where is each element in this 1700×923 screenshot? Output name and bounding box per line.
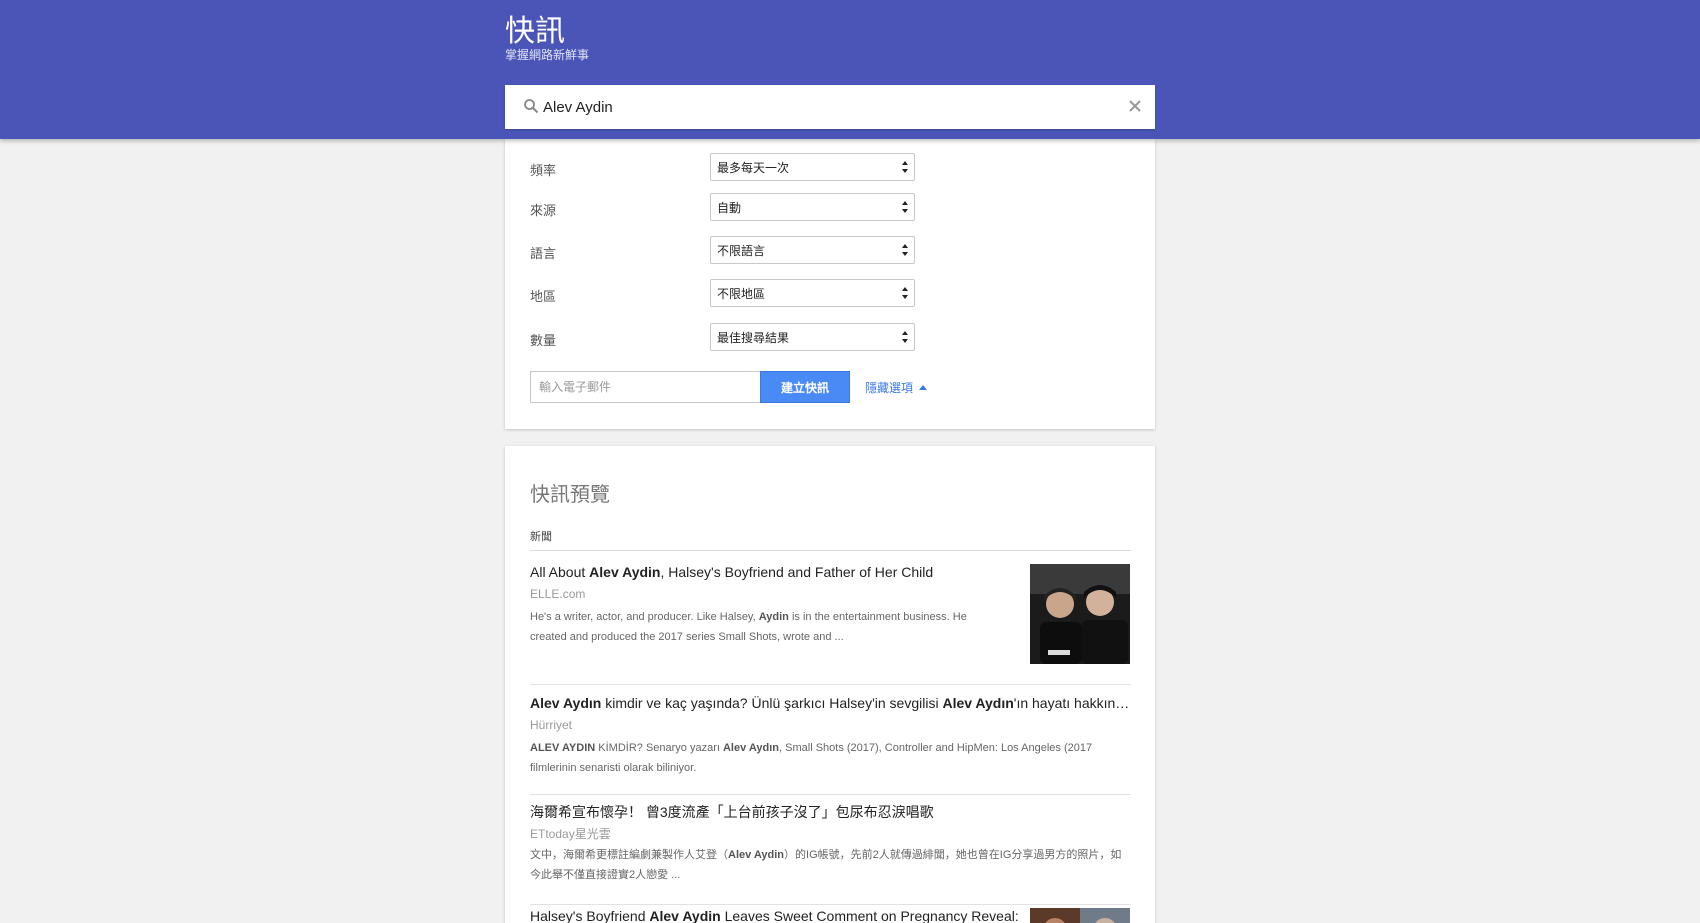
divider	[530, 794, 1131, 795]
option-row-region: 地區 不限地區	[530, 279, 930, 307]
option-label: 地區	[530, 290, 557, 305]
highlighted-text: ALEV AYDIN	[530, 742, 596, 754]
result-title-link[interactable]: All About Alev Aydin, Halsey's Boyfriend…	[530, 564, 1020, 580]
result-source: ELLE.com	[530, 587, 586, 601]
close-icon[interactable]	[1125, 96, 1145, 116]
region-select[interactable]: 不限地區	[710, 279, 915, 307]
divider	[530, 904, 1131, 905]
frequency-select[interactable]: 最多每天一次	[710, 153, 915, 181]
language-select[interactable]: 不限語言	[710, 236, 915, 264]
highlighted-text: Alev Aydın	[722, 742, 780, 754]
result-thumbnail[interactable]	[1030, 564, 1130, 664]
select-arrows-icon	[902, 331, 908, 343]
text-segment: KİMDİR? Senaryo yazarı	[595, 742, 723, 754]
text-segment: , Halsey's Boyfriend and Father of Her C…	[660, 564, 934, 580]
search-box	[505, 85, 1155, 129]
select-value: 自動	[717, 201, 742, 215]
hide-options-label: 隱藏選項	[865, 381, 914, 395]
text-segment: All About	[530, 564, 590, 580]
text-segment: 海爾希宣布懷孕！ 曾3度流產「上台前孩子沒了」包尿布忍淚唱歌	[530, 804, 934, 820]
option-label: 數量	[530, 334, 557, 349]
select-value: 不限地區	[717, 287, 766, 301]
option-label: 頻率	[530, 164, 557, 179]
text-segment: Leaves Sweet Comment on Pregnancy Reveal…	[720, 908, 1019, 923]
app-subtitle: 掌握網路新鮮事	[505, 48, 590, 62]
option-row-frequency: 頻率 最多每天一次	[530, 153, 930, 181]
preview-title: 快訊預覽	[530, 482, 610, 506]
select-value: 最多每天一次	[717, 161, 790, 175]
app-title: 快訊	[505, 14, 565, 49]
create-alert-button[interactable]: 建立快訊	[760, 371, 850, 403]
text-segment: kimdir ve kaç yaşında? Ünlü şarkıcı Hals…	[601, 695, 943, 711]
result-snippet: 文中，海爾希更標註編劇兼製作人艾登（Alev Aydin）的IG帳號，先前2人就…	[530, 845, 1131, 885]
text-segment: He's a writer, actor, and producer. Like…	[530, 611, 759, 623]
source-select[interactable]: 自動	[710, 193, 915, 221]
header-bar: 快訊 掌握網路新鮮事	[0, 0, 1700, 139]
result-source: Hürriyet	[530, 718, 573, 732]
highlighted-text: Aydin	[758, 611, 789, 623]
text-segment: 文中，海爾希更標註編劇兼製作人艾登（	[530, 849, 728, 861]
select-arrows-icon	[902, 161, 908, 173]
result-snippet: He's a writer, actor, and producer. Like…	[530, 607, 1000, 647]
result-title-link[interactable]: 海爾希宣布懷孕！ 曾3度流產「上台前孩子沒了」包尿布忍淚唱歌	[530, 802, 1131, 822]
select-arrows-icon	[902, 201, 908, 213]
quantity-select[interactable]: 最佳搜尋結果	[710, 323, 915, 351]
search-icon	[524, 99, 539, 114]
option-row-language: 語言 不限語言	[530, 236, 930, 264]
highlighted-text: Alev Aydin	[728, 849, 785, 861]
result-item: Alev Aydın kimdir ve kaç yaşında? Ünlü ş…	[530, 695, 1131, 805]
select-arrows-icon	[902, 244, 908, 256]
text-segment: Halsey's Boyfriend	[530, 908, 650, 923]
select-arrows-icon	[902, 287, 908, 299]
highlighted-text: Alev Aydin	[649, 908, 721, 923]
text-segment: 'ın hayatı hakkında ...	[1013, 695, 1131, 711]
alert-preview-card: 快訊預覽 新聞 All About Alev Aydin, Halsey's B…	[505, 446, 1155, 923]
select-value: 最佳搜尋結果	[717, 331, 790, 345]
option-label: 語言	[530, 247, 557, 262]
caret-up-icon	[919, 385, 928, 390]
divider	[530, 550, 1131, 551]
photo-icon	[1030, 564, 1130, 664]
highlighted-text: Alev Aydin	[589, 564, 661, 580]
search-input[interactable]	[543, 85, 1103, 129]
alert-options-card: 頻率 最多每天一次 來源 自動 語言 不限語言 地區 不限地區 數量 最佳搜尋結…	[505, 139, 1155, 429]
option-label: 來源	[530, 204, 557, 219]
option-row-source: 來源 自動	[530, 193, 930, 221]
result-title-link[interactable]: Halsey's Boyfriend Alev Aydin Leaves Swe…	[530, 908, 1020, 923]
hide-options-link[interactable]: 隱藏選項	[865, 379, 928, 396]
photo-icon	[1030, 908, 1130, 923]
divider	[530, 684, 1131, 685]
result-source: ETtoday星光雲	[530, 827, 611, 841]
result-title-link[interactable]: Alev Aydın kimdir ve kaç yaşında? Ünlü ş…	[530, 695, 1131, 711]
option-row-quantity: 數量 最佳搜尋結果	[530, 323, 930, 351]
email-field[interactable]	[530, 371, 760, 403]
highlighted-text: Alev Aydın	[942, 695, 1014, 711]
section-label-news: 新聞	[530, 530, 552, 543]
select-value: 不限語言	[717, 244, 766, 258]
result-thumbnail[interactable]	[1030, 908, 1130, 923]
result-item: 海爾希宣布懷孕！ 曾3度流產「上台前孩子沒了」包尿布忍淚唱歌 ETtoday星光…	[530, 802, 1131, 912]
result-snippet: ALEV AYDIN KİMDİR? Senaryo yazarı Alev A…	[530, 738, 1131, 778]
highlighted-text: Alev Aydın	[530, 695, 602, 711]
